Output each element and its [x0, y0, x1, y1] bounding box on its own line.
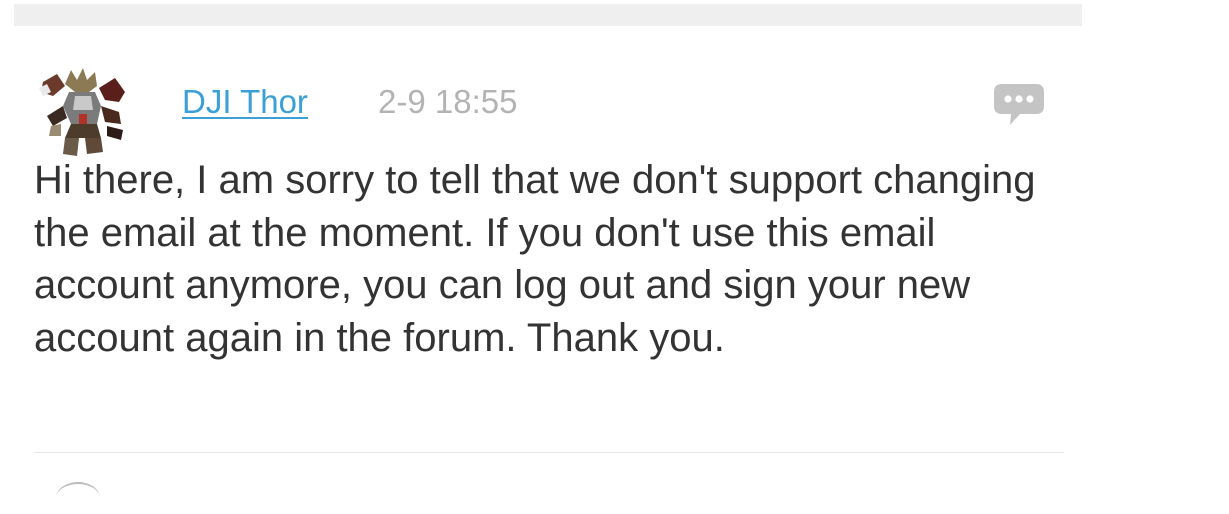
post-divider	[34, 452, 1064, 453]
speech-bubble-dots-icon	[994, 84, 1044, 125]
post-message-text: Hi there, I am sorry to tell that we don…	[34, 158, 1036, 360]
post-timestamp: 2-9 18:55	[378, 83, 518, 120]
reply-button[interactable]	[990, 80, 1048, 128]
forum-reply-post: DJI Thor 2-9 18:55 Hi there, I am sorry …	[0, 0, 1229, 488]
thor-character-icon	[39, 68, 125, 156]
next-post-avatar	[56, 482, 100, 514]
author-avatar[interactable]	[35, 66, 129, 158]
author-name-link[interactable]: DJI Thor	[182, 83, 308, 121]
